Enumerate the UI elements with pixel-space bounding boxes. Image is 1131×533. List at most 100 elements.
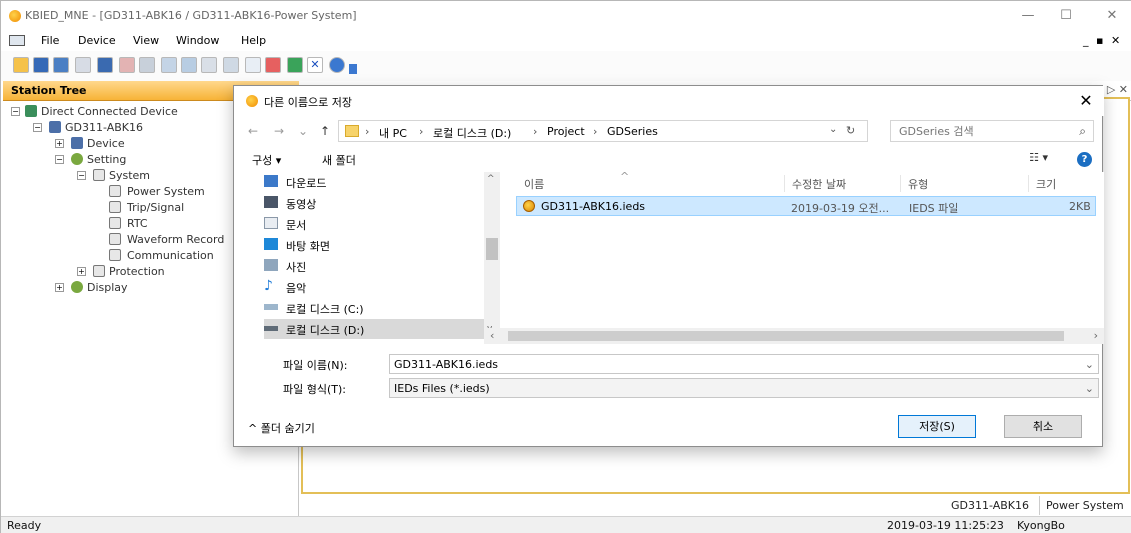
filetype-select[interactable]: IEDs Files (*.ieds) ⌄ xyxy=(389,378,1099,398)
file-row[interactable]: GD311-ABK16.ieds 2019-03-19 오전... IEDS 파… xyxy=(516,196,1096,216)
scroll-left-icon[interactable]: ‹ xyxy=(490,329,494,342)
column-header-type[interactable]: 유형 xyxy=(908,176,928,192)
cascade-icon[interactable] xyxy=(223,57,239,73)
toolbar-overflow-icon[interactable] xyxy=(349,64,357,74)
menu-file[interactable]: File xyxy=(41,34,59,47)
column-header-name[interactable]: 이름 xyxy=(524,176,544,192)
search-box[interactable]: ⌕ xyxy=(890,120,1094,142)
tree-node-rtc[interactable]: RTC xyxy=(127,217,148,230)
breadcrumb-this-pc[interactable]: 내 PC xyxy=(379,125,407,141)
chevron-down-icon[interactable]: ⌄ xyxy=(1085,382,1094,395)
nav-item-videos[interactable]: 동영상 xyxy=(264,193,486,213)
navigation-scrollbar[interactable]: ^ v xyxy=(484,172,500,344)
nav-item-drive-d[interactable]: 로컬 디스크 (D:) xyxy=(264,319,486,339)
write-icon[interactable] xyxy=(181,57,197,73)
tree-node-communication[interactable]: Communication xyxy=(127,249,214,262)
tab-scroll-icon[interactable]: ▷ ✕ xyxy=(1107,83,1128,96)
help-icon[interactable]: ? xyxy=(1077,152,1092,167)
expand-toggle[interactable]: − xyxy=(55,155,64,164)
tree-node-direct-connected-device[interactable]: Direct Connected Device xyxy=(41,105,178,118)
menu-window[interactable]: Window xyxy=(176,34,219,47)
recent-dropdown-icon[interactable]: ⌄ xyxy=(298,124,308,138)
menu-help[interactable]: Help xyxy=(241,34,266,47)
minimize-button[interactable]: — xyxy=(1013,6,1043,26)
up-arrow-icon[interactable]: ↑ xyxy=(320,124,330,138)
column-header-size[interactable]: 크기 xyxy=(1036,176,1056,192)
nav-item-drive-c[interactable]: 로컬 디스크 (C:) xyxy=(264,298,486,318)
hide-folders-toggle[interactable]: ^ 폴더 숨기기 xyxy=(248,420,315,436)
add-icon[interactable] xyxy=(287,57,303,73)
read-icon[interactable] xyxy=(161,57,177,73)
delete-icon[interactable]: ✕ xyxy=(307,57,323,73)
mdi-child-icon[interactable] xyxy=(9,35,25,46)
waveform-icon[interactable] xyxy=(265,57,281,73)
search-icon[interactable]: ⌕ xyxy=(1079,124,1086,139)
view-options-icon[interactable]: ☷ ▾ xyxy=(1029,151,1048,164)
print-icon[interactable] xyxy=(75,57,91,73)
search-input[interactable] xyxy=(899,124,1059,138)
expand-toggle[interactable]: − xyxy=(77,171,86,180)
refresh-icon[interactable]: ↻ xyxy=(846,124,855,137)
tile-icon[interactable] xyxy=(245,57,261,73)
close-button[interactable]: ✕ xyxy=(1097,6,1127,26)
nav-item-pictures[interactable]: 사진 xyxy=(264,256,486,276)
connect-icon[interactable] xyxy=(119,57,135,73)
expand-toggle[interactable]: + xyxy=(55,139,64,148)
title-bar: KBIED_MNE - [GD311-ABK16 / GD311-ABK16-P… xyxy=(1,1,1131,31)
compare-icon[interactable] xyxy=(201,57,217,73)
expand-toggle[interactable]: + xyxy=(77,267,86,276)
column-separator[interactable] xyxy=(784,175,785,192)
breadcrumb-drive-d[interactable]: 로컬 디스크 (D:) xyxy=(433,125,511,141)
new-folder-button[interactable]: 새 폴더 xyxy=(322,152,356,168)
tree-node-device[interactable]: Device xyxy=(87,137,125,150)
tree-node-gd311-abk16[interactable]: GD311-ABK16 xyxy=(65,121,143,134)
nav-item-desktop[interactable]: 바탕 화면 xyxy=(264,235,486,255)
save-as-icon[interactable] xyxy=(53,57,69,73)
open-folder-icon[interactable] xyxy=(13,57,29,73)
organize-button[interactable]: 구성 ▾ xyxy=(252,152,281,168)
tree-node-setting[interactable]: Setting xyxy=(87,153,126,166)
cancel-button[interactable]: 취소 xyxy=(1004,415,1082,438)
tree-node-trip-signal[interactable]: Trip/Signal xyxy=(127,201,184,214)
expand-toggle[interactable]: − xyxy=(33,123,42,132)
scrollbar-thumb[interactable] xyxy=(508,331,1064,341)
address-dropdown-icon[interactable]: ⌄ xyxy=(829,124,837,135)
scroll-right-icon[interactable]: › xyxy=(1094,329,1098,342)
expand-toggle[interactable]: − xyxy=(11,107,20,116)
save-button[interactable]: 저장(S) xyxy=(898,415,976,438)
tree-node-display[interactable]: Display xyxy=(87,281,128,294)
disconnect-icon[interactable] xyxy=(139,57,155,73)
nav-item-music[interactable]: ♪ 음악 xyxy=(264,277,486,297)
tab-power-system[interactable]: Power System xyxy=(1039,496,1130,515)
forward-arrow-icon[interactable]: → xyxy=(274,124,284,138)
maximize-button[interactable]: ☐ xyxy=(1051,6,1081,26)
address-bar[interactable]: › 내 PC › 로컬 디스크 (D:) › Project › GDSerie… xyxy=(338,120,868,142)
filename-field[interactable]: GD311-ABK16.ieds ⌄ xyxy=(389,354,1099,374)
tree-node-waveform-record[interactable]: Waveform Record xyxy=(127,233,224,246)
column-header-modified[interactable]: 수정한 날짜 xyxy=(792,176,846,192)
about-icon[interactable] xyxy=(329,57,345,73)
device-list-icon[interactable] xyxy=(97,57,113,73)
nav-item-documents[interactable]: 문서 xyxy=(264,214,486,234)
save-icon[interactable] xyxy=(33,57,49,73)
scroll-up-icon[interactable]: ^ xyxy=(487,174,495,184)
tree-node-power-system[interactable]: Power System xyxy=(127,185,205,198)
tree-node-system[interactable]: System xyxy=(109,169,150,182)
breadcrumb-gdseries[interactable]: GDSeries xyxy=(607,125,658,138)
chevron-down-icon[interactable]: ⌄ xyxy=(1085,358,1094,371)
horizontal-scrollbar[interactable]: ‹ › xyxy=(484,328,1104,344)
tab-device[interactable]: GD311-ABK16 xyxy=(945,496,1035,515)
back-arrow-icon[interactable]: ← xyxy=(248,124,258,138)
nav-label: 로컬 디스크 (C:) xyxy=(286,303,364,316)
dialog-close-button[interactable]: ✕ xyxy=(1076,91,1096,111)
nav-item-downloads[interactable]: 다운로드 xyxy=(264,172,486,192)
breadcrumb-project[interactable]: Project xyxy=(547,125,585,138)
menu-device[interactable]: Device xyxy=(78,34,116,47)
menu-view[interactable]: View xyxy=(133,34,159,47)
column-separator[interactable] xyxy=(1028,175,1029,192)
column-separator[interactable] xyxy=(900,175,901,192)
mdi-window-controls[interactable]: _ ▪ ✕ xyxy=(1083,34,1122,47)
expand-toggle[interactable]: + xyxy=(55,283,64,292)
scrollbar-thumb[interactable] xyxy=(486,238,498,260)
tree-node-protection[interactable]: Protection xyxy=(109,265,165,278)
